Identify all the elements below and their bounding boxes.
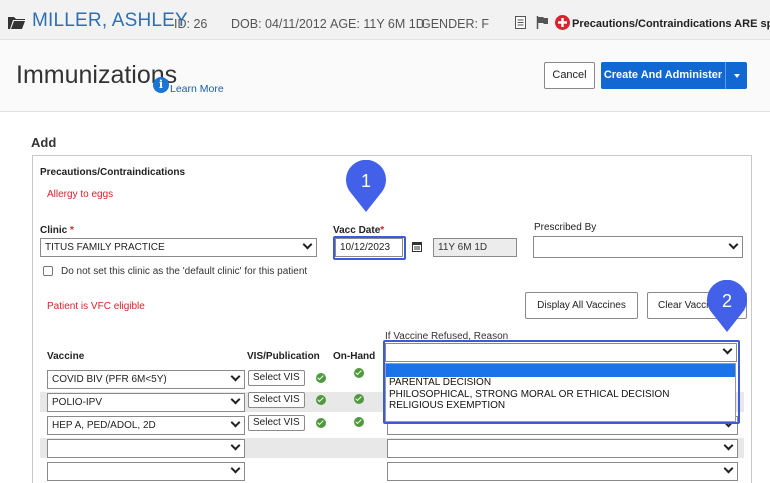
svg-text:1: 1	[361, 171, 371, 191]
prescribed-by-label: Prescribed By	[534, 222, 597, 233]
age-at-vacc-field: 11Y 6M 1D	[433, 238, 517, 257]
create-and-administer-button[interactable]: Create And Administer	[601, 62, 725, 89]
clinic-select[interactable]: TITUS FAMILY PRACTICE	[40, 238, 317, 257]
select-vis-button[interactable]: Select VIS	[248, 370, 305, 386]
select-vis-button[interactable]: Select VIS	[248, 415, 305, 431]
vaccine-select[interactable]: HEP A, PED/ADOL, 2D	[47, 416, 245, 435]
column-on-hand: On-Hand	[333, 351, 376, 362]
column-vaccine: Vaccine	[47, 351, 85, 362]
vaccine-value: HEP A, PED/ADOL, 2D	[52, 420, 156, 431]
vaccine-value: POLIO-IPV	[52, 397, 103, 408]
prescribed-by-select[interactable]	[533, 236, 743, 258]
vaccine-select[interactable]	[47, 462, 245, 481]
cancel-button[interactable]: Cancel	[544, 62, 595, 89]
precautions-heading: Precautions/Contraindications	[40, 167, 186, 178]
on-hand-check-icon	[354, 417, 364, 427]
patient-header: MILLER, ASHLEY ID: 26 DOB: 04/11/2012 AG…	[0, 0, 770, 40]
chevron-down-icon	[723, 440, 734, 451]
chevron-down-icon	[230, 440, 241, 451]
create-options-button[interactable]	[725, 62, 747, 89]
callout-marker-1: 1	[346, 160, 386, 212]
patient-age: AGE: 11Y 6M 1D	[330, 17, 425, 31]
svg-text:2: 2	[722, 291, 732, 311]
chevron-down-icon	[302, 239, 313, 250]
annotation-highlight-vacc-date	[333, 236, 406, 260]
patient-name: MILLER, ASHLEY	[32, 10, 188, 31]
chevron-down-icon	[723, 463, 734, 474]
display-all-vaccines-button[interactable]: Display All Vaccines	[525, 292, 638, 319]
patient-dob: DOB: 04/11/2012	[231, 17, 327, 31]
patient-gender: GENDER: F	[421, 17, 490, 31]
select-vis-button[interactable]: Select VIS	[248, 392, 305, 408]
allergy-text: Allergy to eggs	[47, 189, 114, 200]
annotation-highlight-refused-reason	[383, 340, 740, 424]
clinic-value: TITUS FAMILY PRACTICE	[45, 242, 165, 253]
column-vis-publication: VIS/Publication	[247, 351, 320, 362]
vaccine-select[interactable]	[47, 439, 245, 458]
clinic-label: Clinic *	[40, 225, 74, 236]
on-hand-check-icon	[354, 368, 364, 378]
document-icon[interactable]	[515, 16, 526, 29]
chevron-down-icon	[728, 239, 739, 250]
folder-icon	[8, 17, 25, 29]
learn-more-link[interactable]: Learn More	[170, 83, 224, 95]
vfc-eligible-text: Patient is VFC eligible	[47, 301, 145, 312]
patient-id: ID: 26	[174, 17, 208, 31]
vaccine-select[interactable]: POLIO-IPV	[47, 393, 245, 412]
flag-icon[interactable]	[536, 16, 549, 29]
info-icon[interactable]: i	[153, 77, 169, 93]
caret-down-icon	[734, 74, 740, 78]
vis-check-icon	[316, 373, 326, 383]
precaution-notice: Precautions/Contraindications ARE specif…	[572, 18, 770, 30]
vis-check-icon	[316, 418, 326, 428]
chevron-down-icon	[230, 371, 241, 382]
title-bar: Immunizations i Learn More Cancel Create…	[0, 40, 770, 112]
default-clinic-text: Do not set this clinic as the 'default c…	[61, 266, 308, 277]
on-hand-check-icon	[354, 394, 364, 404]
vacc-date-label: Vacc Date*	[333, 225, 385, 236]
vaccine-select[interactable]: COVID BIV (PFR 6M<5Y)	[47, 370, 245, 389]
chevron-down-icon	[230, 463, 241, 474]
add-heading: Add	[31, 135, 57, 150]
refused-reason-select[interactable]	[387, 462, 738, 481]
chevron-down-icon	[230, 417, 241, 428]
vaccine-value: COVID BIV (PFR 6M<5Y)	[52, 374, 167, 385]
calendar-icon[interactable]	[412, 241, 422, 252]
vis-check-icon	[316, 395, 326, 405]
callout-marker-2: 2	[707, 280, 747, 332]
default-clinic-checkbox[interactable]	[43, 266, 53, 276]
refused-reason-select[interactable]	[387, 439, 738, 458]
alert-plus-icon[interactable]	[555, 15, 570, 30]
chevron-down-icon	[230, 394, 241, 405]
